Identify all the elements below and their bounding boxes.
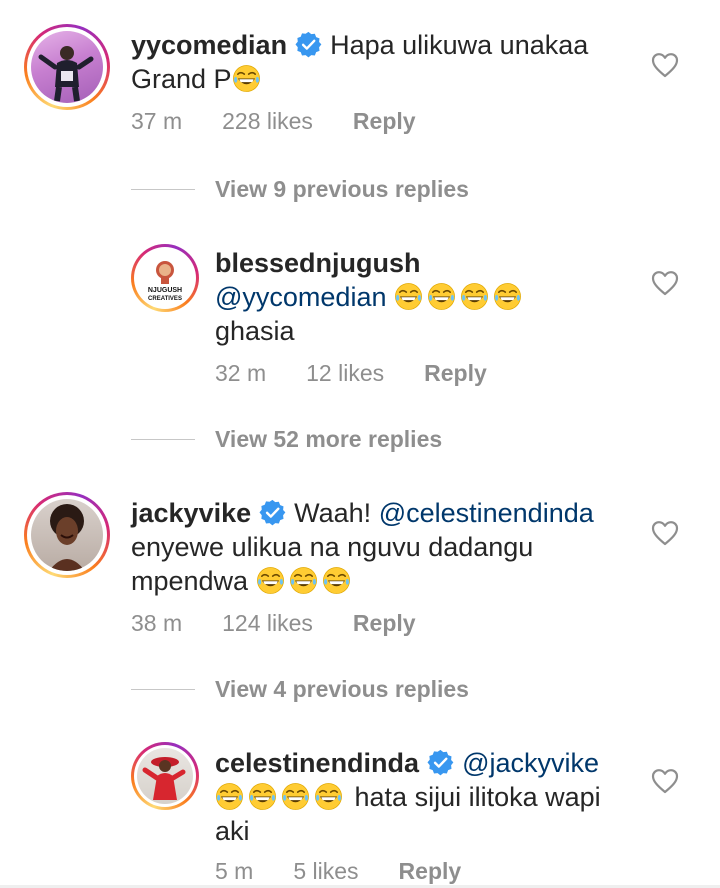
comment-text: yycomedian Hapa ulikuwa unakaa Grand P	[131, 28, 651, 96]
heart-outline-icon[interactable]	[651, 270, 679, 296]
comment-meta: 5 m 5 likes Reply	[215, 858, 501, 885]
avatar[interactable]	[131, 742, 199, 810]
comment-prefix: Waah!	[294, 498, 372, 528]
tears-of-joy-emoji	[427, 282, 456, 311]
mention-link[interactable]: @yycomedian	[215, 282, 386, 312]
tears-of-joy-emoji	[493, 282, 522, 311]
username[interactable]: jackyvike	[131, 498, 251, 528]
username[interactable]: blessednjugush	[215, 248, 421, 278]
comment-meta: 37 m 228 likes Reply	[131, 108, 456, 135]
tears-of-joy-emoji	[460, 282, 489, 311]
comment-body-line2: hata sijui ilitoka wapi	[354, 782, 601, 812]
view-replies-toggle[interactable]: View 4 previous replies	[131, 676, 469, 703]
view-replies-label[interactable]: View 4 previous replies	[215, 676, 469, 703]
tears-of-joy-emoji	[256, 566, 285, 595]
reply-celestinendinda: celestinendinda @jackyvike hata sijui ili…	[0, 738, 720, 888]
likes-count[interactable]: 12 likes	[306, 360, 384, 387]
tears-of-joy-emoji	[289, 566, 318, 595]
tears-of-joy-emoji	[281, 782, 310, 811]
avatar-logo-text: NJUGUSH	[148, 287, 182, 294]
reply-button[interactable]: Reply	[424, 360, 487, 387]
timestamp: 32 m	[215, 360, 267, 386]
comment-body-line3: mpendwa	[131, 566, 249, 596]
verified-badge-icon	[427, 749, 454, 776]
username[interactable]: yycomedian	[131, 30, 287, 60]
reply-button[interactable]: Reply	[399, 858, 462, 885]
verified-badge-icon	[295, 31, 322, 58]
tears-of-joy-emoji	[215, 782, 244, 811]
view-replies-toggle[interactable]: View 52 more replies	[131, 426, 442, 453]
comment-jackyvike: jackyvike Waah! @celestinendinda enyewe u…	[0, 488, 720, 648]
likes-count[interactable]: 124 likes	[222, 610, 313, 637]
heart-outline-icon[interactable]	[651, 52, 679, 78]
avatar-image	[31, 499, 103, 571]
avatar[interactable]	[24, 24, 110, 110]
avatar-image	[31, 31, 103, 103]
view-replies-label[interactable]: View 52 more replies	[215, 426, 442, 453]
avatar[interactable]: NJUGUSH CREATIVES	[131, 244, 199, 312]
view-replies-label[interactable]: View 9 previous replies	[215, 176, 469, 203]
username[interactable]: celestinendinda	[215, 748, 419, 778]
comment-body-line2: enyewe ulikua na nguvu dadangu	[131, 532, 534, 562]
tears-of-joy-emoji	[322, 566, 351, 595]
comment-meta: 32 m 12 likes Reply	[215, 360, 527, 387]
tears-of-joy-emoji	[394, 282, 423, 311]
timestamp: 37 m	[131, 108, 183, 134]
divider-line	[131, 689, 195, 690]
comment-body: ghasia	[215, 316, 295, 346]
avatar[interactable]	[24, 492, 110, 578]
likes-count[interactable]: 5 likes	[293, 858, 358, 885]
mention-link[interactable]: @jackyvike	[462, 748, 599, 778]
comment-body-line3: aki	[215, 816, 250, 846]
comment-body-line2: Grand P	[131, 64, 232, 94]
avatar-image	[137, 748, 193, 804]
comment-yycomedian: yycomedian Hapa ulikuwa unakaa Grand P 37…	[0, 0, 720, 160]
comment-body-line1: Hapa ulikuwa unakaa	[330, 30, 589, 60]
tears-of-joy-emoji	[314, 782, 343, 811]
timestamp: 38 m	[131, 610, 183, 636]
comment-text: celestinendinda @jackyvike hata sijui ili…	[215, 746, 645, 848]
heart-outline-icon[interactable]	[651, 768, 679, 794]
mention-link[interactable]: @celestinendinda	[379, 498, 594, 528]
reply-button[interactable]: Reply	[353, 108, 416, 135]
divider-line	[131, 189, 195, 190]
reply-button[interactable]: Reply	[353, 610, 416, 637]
avatar-logo-subtext: CREATIVES	[148, 296, 182, 302]
divider-line	[131, 439, 195, 440]
view-replies-toggle[interactable]: View 9 previous replies	[131, 176, 469, 203]
verified-badge-icon	[259, 499, 286, 526]
comment-meta: 38 m 124 likes Reply	[131, 610, 456, 637]
timestamp: 5 m	[215, 858, 254, 884]
tears-of-joy-emoji	[232, 64, 261, 93]
reply-blessednjugush: NJUGUSH CREATIVES blessednjugush @yycome…	[0, 238, 720, 398]
tears-of-joy-emoji	[248, 782, 277, 811]
heart-outline-icon[interactable]	[651, 520, 679, 546]
comment-text: jackyvike Waah! @celestinendinda enyewe u…	[131, 496, 651, 598]
likes-count[interactable]: 228 likes	[222, 108, 313, 135]
avatar-image: NJUGUSH CREATIVES	[137, 250, 193, 306]
comment-text: blessednjugush @yycomedian ghasia	[215, 246, 645, 348]
